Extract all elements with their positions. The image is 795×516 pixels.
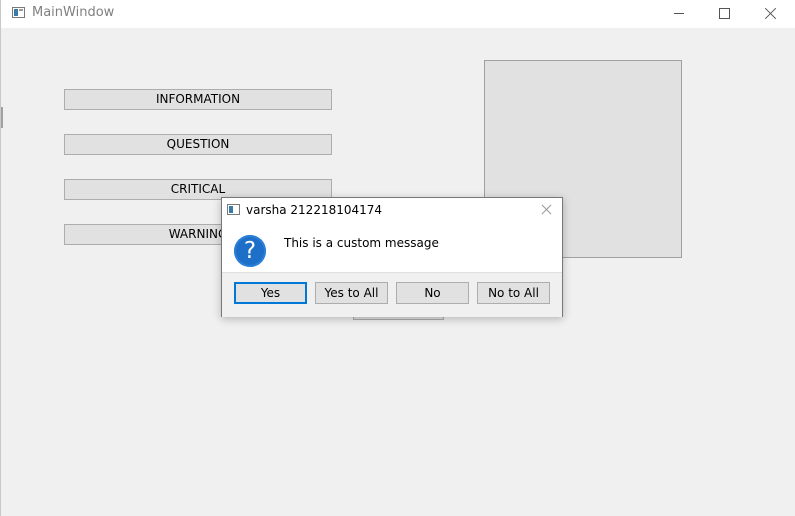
close-button[interactable] (747, 0, 793, 28)
window-titlebar[interactable]: MainWindow (1, 0, 795, 28)
dialog-message: This is a custom message (284, 236, 439, 250)
yes-to-all-button[interactable]: Yes to All (315, 282, 388, 304)
app-icon (12, 7, 25, 18)
dialog-close-button[interactable] (534, 201, 558, 219)
dialog-titlebar[interactable]: varsha 212218104174 (222, 198, 562, 222)
message-box-dialog: varsha 212218104174 ? This is a custom m… (221, 197, 563, 317)
information-button[interactable]: INFORMATION (64, 89, 332, 110)
window-title: MainWindow (32, 5, 115, 20)
yes-button[interactable]: Yes (234, 282, 307, 304)
minimize-button[interactable] (656, 0, 702, 28)
dialog-title: varsha 212218104174 (246, 203, 383, 217)
question-icon: ? (234, 235, 266, 267)
question-button[interactable]: QUESTION (64, 134, 332, 155)
maximize-button[interactable] (701, 0, 747, 28)
no-button[interactable]: No (396, 282, 469, 304)
dialog-button-bar: Yes Yes to All No No to All (222, 272, 562, 317)
no-to-all-button[interactable]: No to All (477, 282, 550, 304)
left-edge-marker (1, 107, 3, 128)
dialog-app-icon (227, 204, 240, 215)
